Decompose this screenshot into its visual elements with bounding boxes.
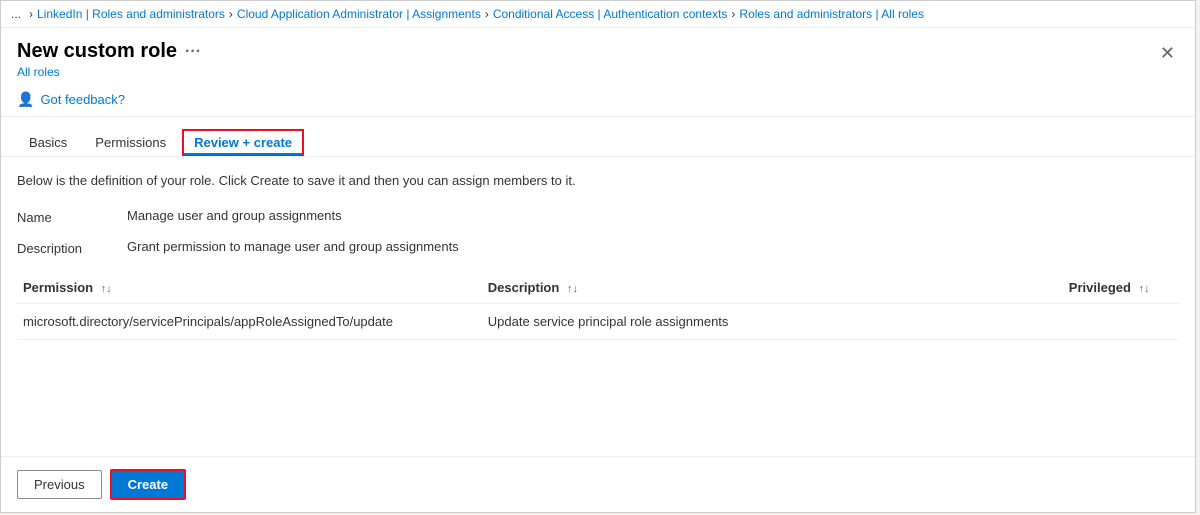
role-description-text: Below is the definition of your role. Cl…	[17, 173, 1179, 188]
more-options-icon[interactable]: ···	[185, 43, 201, 61]
breadcrumb-sep-2: ›	[485, 7, 489, 21]
cell-permission: microsoft.directory/servicePrincipals/ap…	[17, 304, 482, 340]
tab-permissions[interactable]: Permissions	[83, 129, 178, 156]
page-title: New custom role	[17, 40, 177, 63]
breadcrumb-item-0[interactable]: LinkedIn | Roles and administrators	[37, 7, 225, 21]
feedback-icon: 👤	[17, 91, 34, 108]
name-field-row: Name Manage user and group assignments	[17, 208, 1179, 225]
feedback-text: Got feedback?	[40, 92, 125, 107]
breadcrumb-item-2[interactable]: Conditional Access | Authentication cont…	[493, 7, 728, 21]
breadcrumb-item-3[interactable]: Roles and administrators | All roles	[739, 7, 924, 21]
feedback-bar[interactable]: 👤 Got feedback?	[1, 83, 1195, 117]
breadcrumb-sep-0: ›	[29, 7, 33, 21]
breadcrumb-sep-1: ›	[229, 7, 233, 21]
tab-review-create[interactable]: Review + create	[182, 129, 304, 156]
previous-button[interactable]: Previous	[17, 470, 102, 499]
breadcrumb-sep-3: ›	[731, 7, 735, 21]
col-header-permission: Permission ↑↓	[17, 272, 482, 304]
name-value: Manage user and group assignments	[127, 208, 342, 223]
permissions-table-section: Permission ↑↓ Description ↑↓ Privileged …	[17, 272, 1179, 340]
breadcrumb-item-1[interactable]: Cloud Application Administrator | Assign…	[237, 7, 481, 21]
description-field-row: Description Grant permission to manage u…	[17, 239, 1179, 256]
cell-privileged	[1063, 304, 1179, 340]
name-label: Name	[17, 208, 127, 225]
permissions-table: Permission ↑↓ Description ↑↓ Privileged …	[17, 272, 1179, 340]
description-value: Grant permission to manage user and grou…	[127, 239, 459, 254]
table-header-row: Permission ↑↓ Description ↑↓ Privileged …	[17, 272, 1179, 304]
main-content: Below is the definition of your role. Cl…	[1, 157, 1195, 456]
page-title-row: New custom role ···	[17, 40, 201, 63]
create-button[interactable]: Create	[110, 469, 186, 500]
cell-description: Update service principal role assignment…	[482, 304, 1063, 340]
header: New custom role ··· All roles ✕	[1, 28, 1195, 83]
table-row: microsoft.directory/servicePrincipals/ap…	[17, 304, 1179, 340]
tab-basics[interactable]: Basics	[17, 129, 79, 156]
tabs-bar: Basics Permissions Review + create	[1, 117, 1195, 157]
sort-permission-icon[interactable]: ↑↓	[101, 283, 112, 295]
col-header-description: Description ↑↓	[482, 272, 1063, 304]
col-header-privileged: Privileged ↑↓	[1063, 272, 1179, 304]
header-left: New custom role ··· All roles	[17, 40, 201, 79]
breadcrumb: ... › LinkedIn | Roles and administrator…	[1, 1, 1195, 28]
sort-description-icon[interactable]: ↑↓	[567, 283, 578, 295]
main-window: ... › LinkedIn | Roles and administrator…	[0, 0, 1196, 513]
footer: Previous Create	[1, 456, 1195, 512]
close-button[interactable]: ✕	[1156, 40, 1179, 66]
breadcrumb-dots[interactable]: ...	[11, 7, 21, 21]
sort-privileged-icon[interactable]: ↑↓	[1139, 283, 1150, 295]
all-roles-link[interactable]: All roles	[17, 65, 201, 79]
description-label: Description	[17, 239, 127, 256]
